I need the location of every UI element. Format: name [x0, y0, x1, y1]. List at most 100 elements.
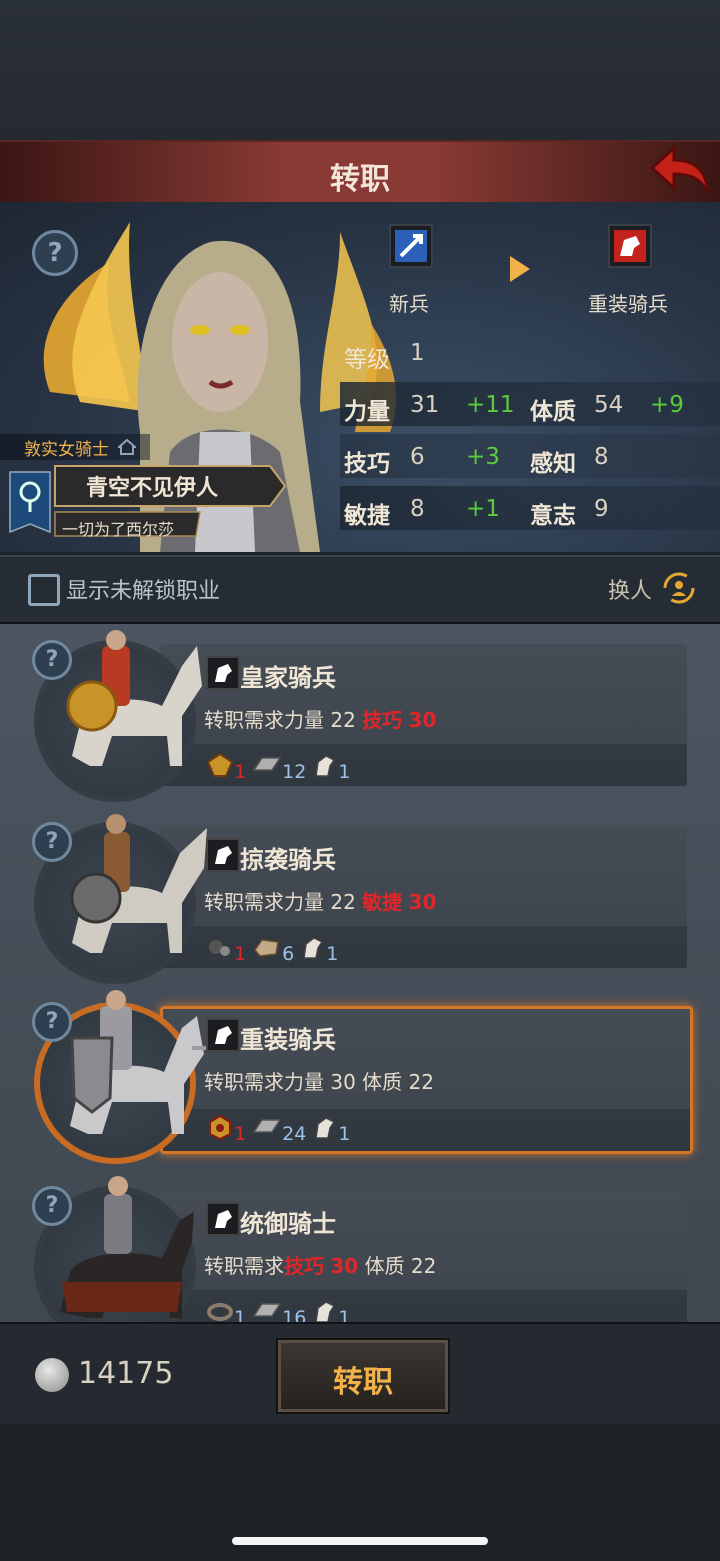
class-requirements: 转职需求力量 30 体质 22 [204, 1066, 434, 1095]
heavy-cavalry-class-icon [206, 1018, 240, 1052]
cost-qty: 6 [282, 943, 295, 965]
stat-name: 感知 [530, 451, 576, 477]
requirement-stat: 力量 [284, 1070, 324, 1094]
class-name: 皇家骑兵 [240, 664, 336, 692]
stat-value: 54 [594, 392, 624, 418]
stat-bonus: +3 [466, 444, 500, 470]
stat-name: 敏捷 [344, 503, 390, 529]
requirement-label: 转职需求 [204, 1070, 284, 1094]
character-motto: 一切为了西尔莎 [62, 520, 175, 539]
class-list: ? 皇家骑兵 转职需求力量 22 技巧 30 1 12 1 ? 掠袭骑兵 转职需… [0, 624, 720, 1322]
arrow-right-icon [510, 256, 530, 282]
cost-qty: 1 [234, 1123, 247, 1145]
cost-qty: 16 [282, 1307, 307, 1322]
switch-character-label[interactable]: 换人 [608, 573, 652, 605]
top-background [0, 0, 720, 140]
requirement-value: 22 [408, 1070, 434, 1094]
title-tag: 敦实女骑士 [24, 440, 109, 460]
orb-icon [209, 940, 230, 956]
footer-bar: 14175 转职 [0, 1322, 720, 1424]
leather-icon [254, 939, 280, 957]
medal-icon [209, 1114, 231, 1141]
class-costs: 1 24 1 [206, 1114, 350, 1145]
help-icon[interactable]: ? [32, 1002, 72, 1042]
requirement-value: 30 [408, 708, 437, 732]
requirement-stat: 体质 [364, 1254, 405, 1278]
switch-character-icon[interactable] [662, 571, 696, 605]
requirement-label: 转职需求 [204, 708, 284, 732]
stat-value: 8 [410, 496, 425, 522]
horse-icon [315, 1117, 336, 1139]
cost-qty: 1 [338, 761, 351, 783]
home-indicator[interactable] [232, 1537, 488, 1545]
level-label: 等级 [344, 347, 390, 373]
stat-name: 体质 [530, 399, 576, 425]
help-icon[interactable]: ? [32, 1186, 72, 1226]
recruit-class-icon [389, 224, 433, 268]
stat-name: 技巧 [344, 451, 390, 477]
heavy-cavalry-class-icon [206, 838, 240, 872]
show-locked-label[interactable]: 显示未解锁职业 [66, 573, 220, 605]
heavy-cavalry-class-icon [608, 224, 652, 268]
page-title: 转职 [330, 162, 390, 197]
cost-qty: 1 [234, 1307, 247, 1322]
money-amount: 14175 [78, 1356, 174, 1391]
title-bar: 转职 [0, 140, 720, 204]
class-requirements: 转职需求力量 22 敏捷 30 [204, 886, 436, 915]
cost-qty: 1 [234, 943, 247, 965]
silver-coin-icon [35, 1358, 69, 1392]
cost-qty: 1 [338, 1123, 351, 1145]
class-requirements: 转职需求力量 22 技巧 30 [204, 704, 436, 733]
house-icon [118, 439, 136, 455]
from-class-label: 新兵 [389, 292, 429, 316]
character-panel: ? 新兵 重装骑兵 等级 1 力量 31 +11 体质 54 +9 技巧 6 +… [0, 202, 720, 552]
stat-name: 力量 [344, 399, 390, 425]
cost-qty: 24 [282, 1123, 307, 1145]
requirement-label: 转职需求 [204, 1254, 284, 1278]
stat-bonus: +11 [466, 392, 515, 418]
class-name: 掠袭骑兵 [240, 846, 336, 874]
heavy-cavalry-class-icon [206, 1202, 240, 1236]
back-arrow-icon[interactable] [646, 142, 712, 200]
requirement-value: 30 [330, 1254, 359, 1278]
level-value: 1 [410, 340, 425, 366]
requirement-stat: 体质 [362, 1070, 403, 1094]
requirement-stat: 力量 [284, 890, 324, 914]
emblem-icon [206, 752, 234, 777]
requirement-stat: 技巧 [284, 1254, 324, 1278]
requirement-value: 30 [330, 1070, 356, 1094]
class-name: 统御骑士 [240, 1210, 336, 1238]
class-name: 重装骑兵 [240, 1026, 336, 1054]
change-class-button-label: 转职 [333, 1365, 393, 1400]
horse-icon [315, 1301, 336, 1322]
change-class-button[interactable]: 转职 [278, 1340, 448, 1412]
character-name: 青空不见伊人 [86, 476, 219, 501]
banner-emblem-icon [9, 471, 51, 534]
help-icon[interactable]: ? [32, 230, 78, 276]
class-requirements: 转职需求技巧 30 体质 22 [204, 1250, 436, 1279]
requirement-value: 22 [410, 1254, 437, 1278]
iron-bar-icon [252, 1119, 282, 1133]
help-icon[interactable]: ? [32, 640, 72, 680]
class-card[interactable]: ? 统御骑士 转职需求技巧 30 体质 22 1 16 1 [32, 1176, 687, 1322]
stat-bonus: +9 [650, 392, 684, 418]
show-locked-checkbox[interactable] [28, 574, 60, 606]
help-icon[interactable]: ? [32, 822, 72, 862]
requirement-stat: 力量 [284, 708, 324, 732]
horse-icon [315, 755, 336, 777]
class-costs: 1 6 1 [206, 934, 338, 965]
filter-bar: 显示未解锁职业 换人 [0, 555, 720, 624]
cost-qty: 1 [326, 943, 339, 965]
cost-qty: 1 [338, 1307, 351, 1322]
requirement-value: 30 [408, 890, 437, 914]
stat-value: 6 [410, 444, 425, 470]
iron-bar-icon [252, 1303, 282, 1317]
class-costs: 1 16 1 [206, 1298, 350, 1322]
ring-icon [207, 1303, 233, 1321]
iron-bar-icon [252, 757, 282, 771]
stat-value: 9 [594, 496, 609, 522]
class-card[interactable]: ? 掠袭骑兵 转职需求力量 22 敏捷 30 1 6 1 [32, 814, 687, 984]
class-card[interactable]: ? 皇家骑兵 转职需求力量 22 技巧 30 1 12 1 [32, 630, 687, 802]
class-card-selected[interactable]: ? 重装骑兵 转职需求力量 30 体质 22 1 24 1 [32, 990, 693, 1164]
stat-bonus: +1 [466, 496, 500, 522]
